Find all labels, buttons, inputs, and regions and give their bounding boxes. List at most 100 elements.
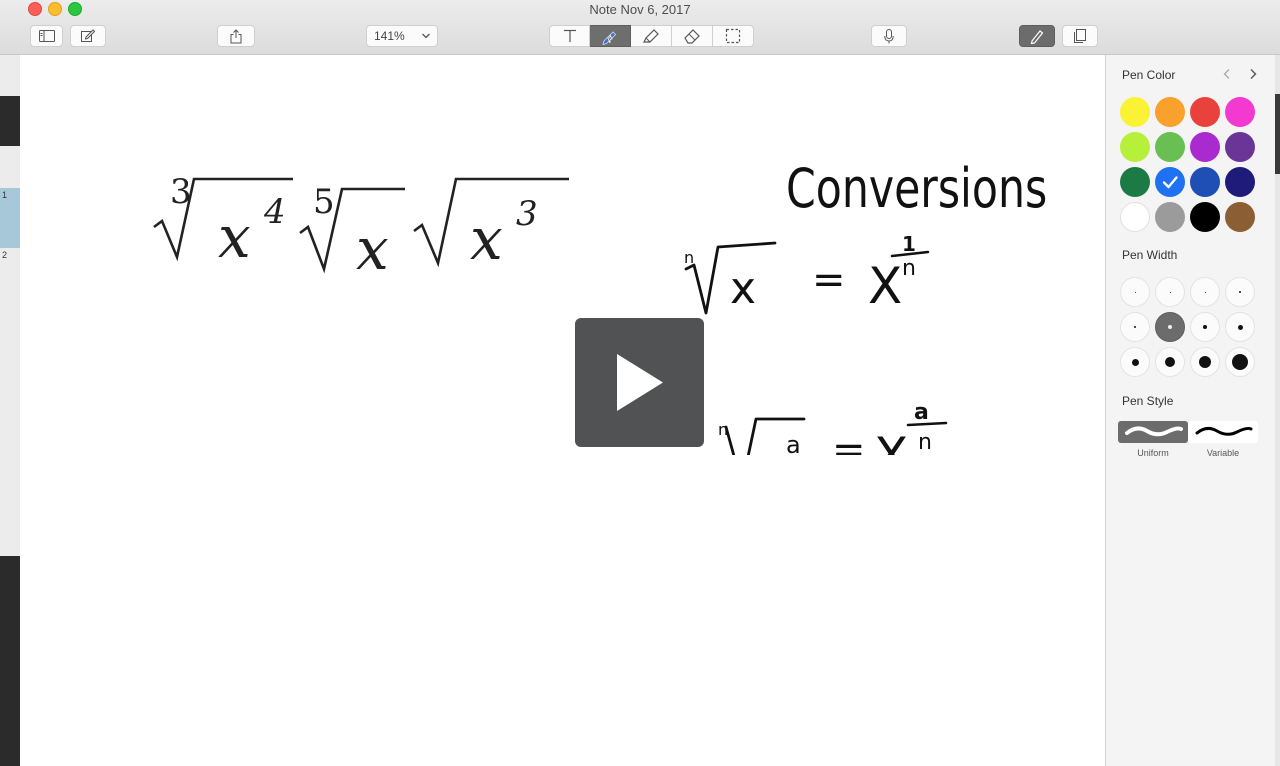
pen-width-option[interactable] xyxy=(1225,277,1255,307)
play-icon xyxy=(617,354,663,411)
page-number: 1 xyxy=(2,190,8,200)
title-bar: Note Nov 6, 2017 141% xyxy=(0,0,1280,55)
window-title: Note Nov 6, 2017 xyxy=(589,2,691,17)
radical-base: x xyxy=(470,205,503,273)
pen-color-swatch[interactable] xyxy=(1190,97,1220,127)
handwritten-denominator: n xyxy=(902,256,916,281)
pen-width-dot xyxy=(1232,354,1248,370)
handwritten-equals: = xyxy=(832,427,866,455)
chevron-left-icon[interactable] xyxy=(1222,68,1232,80)
handwritten-title: Conversions xyxy=(786,157,1047,221)
lasso-tool-button[interactable] xyxy=(713,25,754,47)
pen-width-option[interactable] xyxy=(1155,277,1185,307)
pen-width-dot xyxy=(1169,291,1171,293)
pen-width-dot xyxy=(1134,291,1136,293)
pen-width-title: Pen Width xyxy=(1122,248,1178,262)
pen-width-option[interactable] xyxy=(1190,277,1220,307)
pen-width-dot xyxy=(1239,291,1241,293)
pen-width-option[interactable] xyxy=(1120,347,1150,377)
variable-label: Variable xyxy=(1206,448,1240,458)
pen-options-panel: Pen Color Pen Width Pen Style Uniform Va… xyxy=(1105,55,1275,766)
pen-color-swatch[interactable] xyxy=(1155,167,1185,197)
play-video-button[interactable] xyxy=(575,318,704,447)
pen-width-option[interactable] xyxy=(1155,347,1185,377)
pages-button[interactable] xyxy=(1062,25,1098,47)
audio-record-button[interactable] xyxy=(871,25,907,47)
pen-width-option[interactable] xyxy=(1190,312,1220,342)
pen-toolbox-button[interactable] xyxy=(1019,25,1055,47)
uniform-stroke-icon xyxy=(1125,426,1183,437)
zoom-select[interactable]: 141% xyxy=(366,25,438,47)
text-tool-button[interactable] xyxy=(549,25,590,47)
radical-expressions: 3 x 4 5 x x 3 xyxy=(153,172,569,275)
pen-color-swatch[interactable] xyxy=(1120,202,1150,232)
chevron-right-icon[interactable] xyxy=(1248,68,1258,80)
pen-color-swatch[interactable] xyxy=(1225,167,1255,197)
compose-icon xyxy=(81,29,95,42)
microphone-icon xyxy=(884,28,894,43)
eraser-tool-button[interactable] xyxy=(672,25,713,47)
pen-style-variable[interactable] xyxy=(1188,421,1258,443)
background-window-left: 1 2 xyxy=(0,54,20,766)
radical-base: x xyxy=(356,215,389,275)
note-canvas[interactable]: 3 x 4 5 x x 3 Conversions n x = X 1 n n … xyxy=(20,55,1105,766)
chevron-down-icon xyxy=(422,33,430,39)
pen-color-swatch[interactable] xyxy=(1190,132,1220,162)
new-note-button[interactable] xyxy=(70,25,106,47)
pen-color-swatch[interactable] xyxy=(1225,132,1255,162)
pen-width-option[interactable] xyxy=(1225,347,1255,377)
pen-width-dot xyxy=(1168,325,1172,329)
pen-width-dot xyxy=(1204,291,1206,293)
pen-icon xyxy=(1030,30,1044,44)
pen-color-title: Pen Color xyxy=(1122,68,1176,82)
share-button[interactable] xyxy=(217,25,255,47)
pen-width-option[interactable] xyxy=(1155,312,1185,342)
pen-color-swatch[interactable] xyxy=(1120,132,1150,162)
pen-width-dot xyxy=(1199,356,1211,368)
pen-color-swatch[interactable] xyxy=(1225,97,1255,127)
pen-tool-button[interactable] xyxy=(590,25,631,47)
handwritten-base: X xyxy=(874,427,908,455)
radical-index: 3 xyxy=(170,172,192,212)
radical-index: 5 xyxy=(313,182,335,222)
pen-width-dot xyxy=(1165,357,1175,367)
pen-width-dot xyxy=(1131,358,1139,366)
pen-color-swatch[interactable] xyxy=(1225,202,1255,232)
pen-color-swatch[interactable] xyxy=(1120,97,1150,127)
pen-color-swatch[interactable] xyxy=(1155,97,1185,127)
handwritten-radicand: x xyxy=(764,441,788,455)
handwritten-base: X xyxy=(868,257,902,315)
radical-base: x xyxy=(218,203,251,271)
selection-icon xyxy=(725,28,741,44)
pen-width-option[interactable] xyxy=(1190,347,1220,377)
pen-color-swatch[interactable] xyxy=(1120,167,1150,197)
highlighter-tool-button[interactable] xyxy=(631,25,672,47)
pen-style-title: Pen Style xyxy=(1122,394,1174,408)
handwritten-numerator: a xyxy=(914,400,929,425)
pen-width-option[interactable] xyxy=(1120,277,1150,307)
pen-color-swatch[interactable] xyxy=(1190,167,1220,197)
sidebar-icon xyxy=(38,30,55,42)
share-icon xyxy=(230,28,242,43)
zoom-value: 141% xyxy=(374,29,405,43)
text-icon xyxy=(563,29,576,42)
variable-stroke-icon xyxy=(1195,426,1253,436)
pen-width-dot xyxy=(1237,324,1243,330)
handwritten-radicand: x xyxy=(730,263,756,314)
handwritten-equals: = xyxy=(812,257,846,303)
page-number: 2 xyxy=(2,250,8,260)
pen-width-dot xyxy=(1203,325,1207,329)
pen-color-swatch[interactable] xyxy=(1155,132,1185,162)
eraser-icon xyxy=(684,29,700,44)
pen-color-swatch[interactable] xyxy=(1190,202,1220,232)
pages-icon xyxy=(1074,29,1086,43)
radical-exponent: 3 xyxy=(516,194,538,234)
pen-width-option[interactable] xyxy=(1120,312,1150,342)
pen-style-uniform[interactable] xyxy=(1118,421,1188,443)
uniform-label: Uniform xyxy=(1137,448,1169,458)
handwritten-notes: Conversions n x = X 1 n n x a = X a n xyxy=(684,157,1047,455)
sidebar-toggle-button[interactable] xyxy=(30,25,63,47)
pen-icon xyxy=(602,31,617,46)
pen-color-swatch[interactable] xyxy=(1155,202,1185,232)
pen-width-option[interactable] xyxy=(1225,312,1255,342)
